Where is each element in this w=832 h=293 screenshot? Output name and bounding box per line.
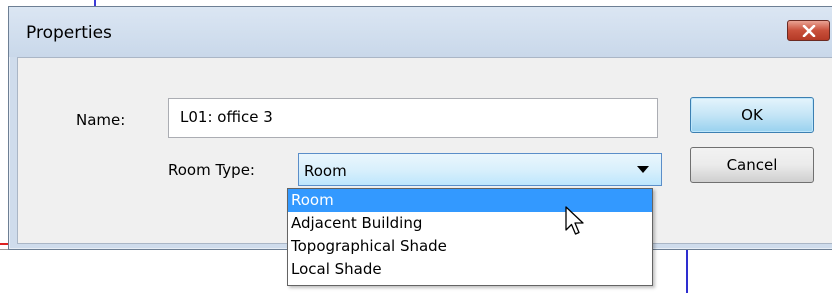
room-type-label: Room Type: bbox=[168, 161, 255, 179]
dropdown-option-adjacent-building[interactable]: Adjacent Building bbox=[288, 212, 652, 235]
mouse-pointer-icon bbox=[565, 206, 584, 235]
dropdown-option-local-shade[interactable]: Local Shade bbox=[288, 258, 652, 281]
room-type-dropdown-list: Room Adjacent Building Topographical Sha… bbox=[287, 188, 653, 286]
room-type-select[interactable]: Room bbox=[298, 153, 662, 186]
title-bar[interactable]: Properties bbox=[9, 7, 832, 57]
cancel-button[interactable]: Cancel bbox=[690, 147, 814, 183]
close-icon bbox=[802, 24, 815, 37]
dropdown-option-room[interactable]: Room bbox=[288, 189, 652, 212]
name-label: Name: bbox=[76, 111, 126, 129]
room-type-value: Room bbox=[304, 162, 347, 180]
chevron-down-icon[interactable] bbox=[637, 166, 649, 173]
ok-button[interactable]: OK bbox=[690, 97, 814, 133]
drawing-line bbox=[686, 250, 688, 293]
name-input[interactable]: L01: office 3 bbox=[168, 98, 658, 138]
dialog-title: Properties bbox=[26, 23, 112, 43]
dropdown-option-topographical-shade[interactable]: Topographical Shade bbox=[288, 235, 652, 258]
close-button[interactable] bbox=[787, 20, 830, 41]
